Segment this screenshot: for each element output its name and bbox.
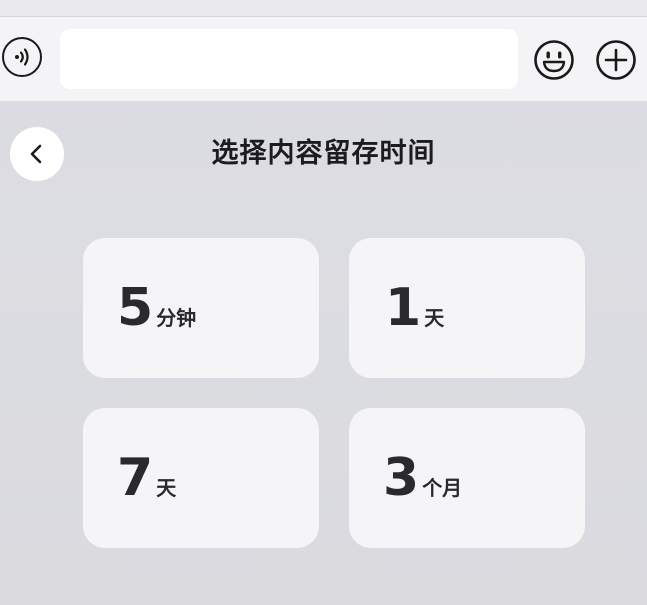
option-unit: 分钟 bbox=[156, 305, 197, 330]
more-button[interactable] bbox=[595, 39, 637, 81]
emoji-icon bbox=[534, 40, 574, 80]
page-title: 选择内容留存时间 bbox=[211, 138, 436, 169]
plus-icon bbox=[596, 40, 636, 80]
message-input[interactable] bbox=[60, 29, 518, 89]
option-number: 3 bbox=[383, 448, 420, 508]
emoji-button[interactable] bbox=[533, 39, 575, 81]
option-card-5-minutes[interactable]: 5 分钟 bbox=[83, 238, 319, 378]
option-number: 1 bbox=[385, 278, 422, 338]
option-unit: 天 bbox=[424, 305, 445, 330]
option-card-1-day[interactable]: 1 天 bbox=[349, 238, 585, 378]
voice-icon bbox=[15, 48, 29, 66]
voice-button[interactable] bbox=[2, 37, 42, 77]
option-number: 5 bbox=[117, 278, 154, 338]
option-number: 7 bbox=[117, 448, 154, 508]
option-card-7-days[interactable]: 7 天 bbox=[83, 408, 319, 548]
input-bar bbox=[0, 17, 647, 101]
option-card-3-months[interactable]: 3 个月 bbox=[349, 408, 585, 548]
option-unit: 个月 bbox=[422, 475, 463, 500]
option-unit: 天 bbox=[156, 475, 177, 500]
top-strip bbox=[0, 0, 647, 17]
